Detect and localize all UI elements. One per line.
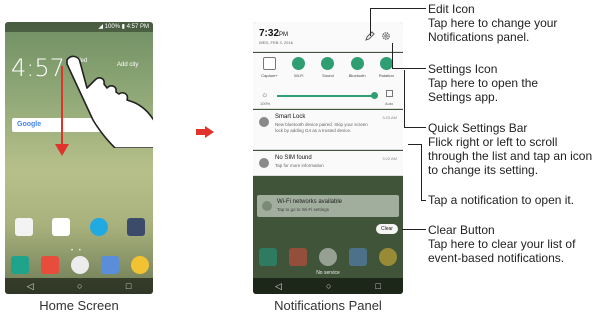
clear-button-callout-body: Tap here to clear your list of event-bas… [428,237,576,265]
qs-leader-horizontal [404,127,426,128]
gmail-app-icon[interactable] [15,218,33,236]
camera-app-icon[interactable] [71,256,89,274]
brightness-percent: 100% [260,101,271,106]
app-row [15,218,145,236]
clear-button[interactable]: Clear [376,224,398,234]
messages-app-icon [289,248,307,266]
capture-plus-icon [263,57,277,70]
auto-brightness-label: Auto [385,101,394,106]
quick-settings-bar[interactable]: Capture+ Wi-Fi Sound Bluetooth Rotation [253,53,403,87]
home-icon[interactable]: ○ [326,281,331,291]
messages-app-icon[interactable] [41,256,59,274]
back-icon[interactable]: ◁ [27,281,34,292]
navigation-bar: ◁ ○ □ [5,278,153,294]
chrome-app-icon [379,248,397,266]
brightness-bar: ☼ 100% Auto [253,87,403,109]
wifi-notification-icon [262,201,272,211]
qs-rotation[interactable]: Rotation [373,57,399,87]
notification-leader-top [408,144,422,145]
quick-settings-callout-body: Flick right or left to scroll through th… [428,135,593,177]
edit-leader-vertical [370,8,371,36]
settings-icon-callout-title: Settings Icon [428,62,498,76]
clock-widget[interactable]: 4:57 [11,54,65,82]
edit-leader-horizontal [370,8,426,9]
gallery-app-icon[interactable] [101,256,119,274]
hand-icon [66,55,153,148]
bluetooth-icon [350,57,364,70]
clear-button-callout-title: Clear Button [428,223,495,237]
notifications-panel-phone: 7:32PM WED, FEB 3, 2016 Capture+ Wi-Fi S… [253,22,403,294]
clear-button-callout: Clear Button Tap here to clear your list… [428,223,588,265]
brightness-icon: ☼ [261,90,269,99]
page-indicator: • • [71,248,83,254]
tap-notification-callout: Tap a notification to open it. [428,193,575,207]
status-bar: ◢ 100% ▮ 4:57 PM [5,22,153,32]
settings-leader-vertical [392,43,393,68]
notification-no-sim[interactable]: No SIM found Tap for more information 3:… [253,151,403,176]
sound-icon [321,57,335,70]
play-store-app-icon[interactable] [52,218,71,236]
settings-leader-horizontal [392,68,426,69]
panel-date: WED, FEB 3, 2016 [259,40,293,45]
panel-header: 7:32PM WED, FEB 3, 2016 [253,22,403,52]
settings-app-icon[interactable] [126,218,145,236]
home-screen-phone: ◢ 100% ▮ 4:57 PM 4:57 Wed Add city Googl… [5,22,153,294]
brightness-slider[interactable] [277,95,375,97]
clear-leader [402,229,426,230]
home-icon[interactable]: ○ [77,281,82,291]
rotation-icon [379,57,393,70]
quick-settings-callout-title: Quick Settings Bar [428,121,528,135]
settings-icon-callout-body: Tap here to open the Settings app. [428,76,539,104]
qs-capture-plus[interactable]: Capture+ [257,57,283,87]
edit-icon-callout-title: Edit Icon [428,2,475,16]
dock [11,256,149,274]
navigation-bar: ◁ ○ □ [253,278,403,294]
recents-icon[interactable]: □ [376,281,381,291]
edit-icon-callout: Edit Icon Tap here to change your Notifi… [428,2,598,44]
right-arrow-icon [196,126,214,138]
qs-bluetooth[interactable]: Bluetooth [344,57,370,87]
qs-leader-vertical [404,70,405,127]
sim-icon [259,158,269,168]
brightness-slider-knob[interactable] [371,92,378,99]
qs-sound[interactable]: Sound [315,57,341,87]
quick-settings-callout: Quick Settings Bar Flick right or left t… [428,121,598,177]
gallery-app-icon [349,248,367,266]
home-screen-caption: Home Screen [39,298,119,313]
phone-app-icon [259,248,277,266]
edit-icon-callout-body: Tap here to change your Notifications pa… [428,16,558,44]
chrome-app-icon[interactable] [131,256,149,274]
lg-app-icon[interactable] [89,218,108,236]
notification-leader-bottom [421,200,426,201]
gear-icon[interactable] [381,31,391,41]
camera-app-icon [319,248,337,266]
qs-wifi[interactable]: Wi-Fi [286,57,312,87]
notification-wifi[interactable]: Wi-Fi networks available Tap to go to Wi… [257,195,399,217]
notification-leader-vertical [421,144,422,201]
no-service-label: No service [316,270,340,276]
notifications-panel-caption: Notifications Panel [274,298,382,313]
dimmed-dock [259,248,397,266]
wifi-icon [292,57,306,70]
back-icon[interactable]: ◁ [275,281,282,292]
lock-icon [259,117,269,127]
phone-app-icon[interactable] [11,256,29,274]
settings-icon-callout: Settings Icon Tap here to open the Setti… [428,62,598,104]
notification-smart-lock[interactable]: Smart Lock New bluetooth device paired. … [253,110,403,150]
auto-brightness-checkbox[interactable] [386,90,393,97]
recents-icon[interactable]: □ [126,281,131,291]
panel-time: 7:32PM [259,28,289,39]
